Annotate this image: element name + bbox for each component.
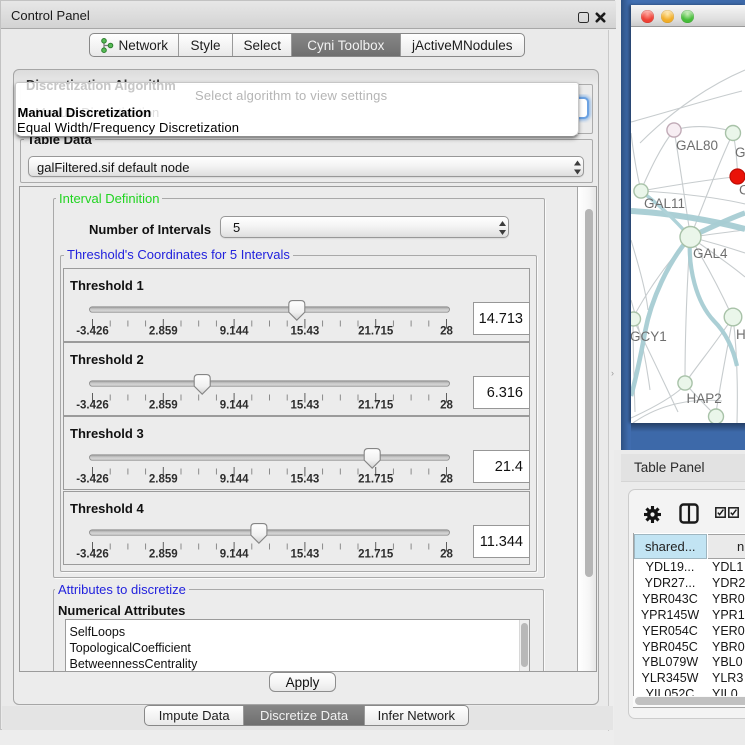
svg-text:GAL11: GAL11 [644,196,685,211]
svg-text:28: 28 [440,549,453,561]
svg-text:GAL80: GAL80 [676,138,718,153]
svg-text:2.859: 2.859 [149,326,178,338]
svg-text:28: 28 [440,326,453,338]
svg-text:9.144: 9.144 [220,549,249,561]
svg-text:21.715: 21.715 [358,549,394,561]
svg-text:21.715: 21.715 [358,326,394,338]
svg-text:9.144: 9.144 [220,400,249,412]
svg-text:28: 28 [440,400,453,412]
svg-text:2.859: 2.859 [149,474,178,486]
svg-text:-3.426: -3.426 [76,326,109,338]
svg-text:15.43: 15.43 [291,474,320,486]
svg-text:15.43: 15.43 [291,400,320,412]
svg-text:GAL4: GAL4 [693,246,728,261]
svg-text:21.715: 21.715 [358,474,394,486]
svg-text:-3.426: -3.426 [76,474,109,486]
svg-text:GCY1: GCY1 [631,329,667,344]
svg-text:-3.426: -3.426 [76,549,109,561]
svg-text:2.859: 2.859 [149,400,178,412]
svg-text:15.43: 15.43 [291,326,320,338]
svg-text:9.144: 9.144 [220,326,249,338]
svg-text:CY: CY [739,183,745,198]
svg-text:28: 28 [440,474,453,486]
svg-text:GA: GA [735,145,745,160]
svg-text:9.144: 9.144 [220,474,249,486]
svg-text:2.859: 2.859 [149,549,178,561]
svg-text:HAP2: HAP2 [687,391,722,406]
svg-text:-3.426: -3.426 [76,400,109,412]
svg-text:21.715: 21.715 [358,400,394,412]
svg-text:HA: HA [736,327,745,342]
svg-text:15.43: 15.43 [291,549,320,561]
